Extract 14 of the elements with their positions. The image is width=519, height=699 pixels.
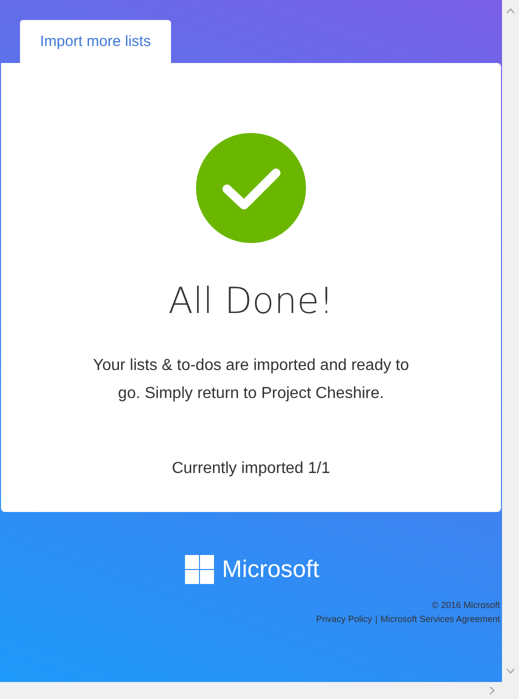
scroll-right-icon[interactable] (489, 686, 495, 695)
message-text: Your lists & to-dos are imported and ready to go. Simply return to Project Cheshire. (92, 356, 410, 404)
windows-logo-icon (185, 555, 214, 584)
link-separator: | (375, 613, 378, 626)
brand-name: Microsoft (222, 556, 320, 584)
tab[interactable]: Import more lists (20, 20, 171, 63)
heading: All Done! (168, 281, 334, 322)
checkmark-icon (196, 133, 306, 243)
footer-link[interactable]: Privacy Policy (316, 612, 372, 626)
import-status: Currently imported 1/1 (172, 460, 330, 478)
scroll-up-icon[interactable] (506, 8, 515, 14)
scroll-down-icon[interactable] (506, 668, 515, 674)
footer-link[interactable]: Microsoft Services Agreement (380, 612, 500, 626)
copyright-text: © 2016 Microsoft (432, 599, 500, 612)
